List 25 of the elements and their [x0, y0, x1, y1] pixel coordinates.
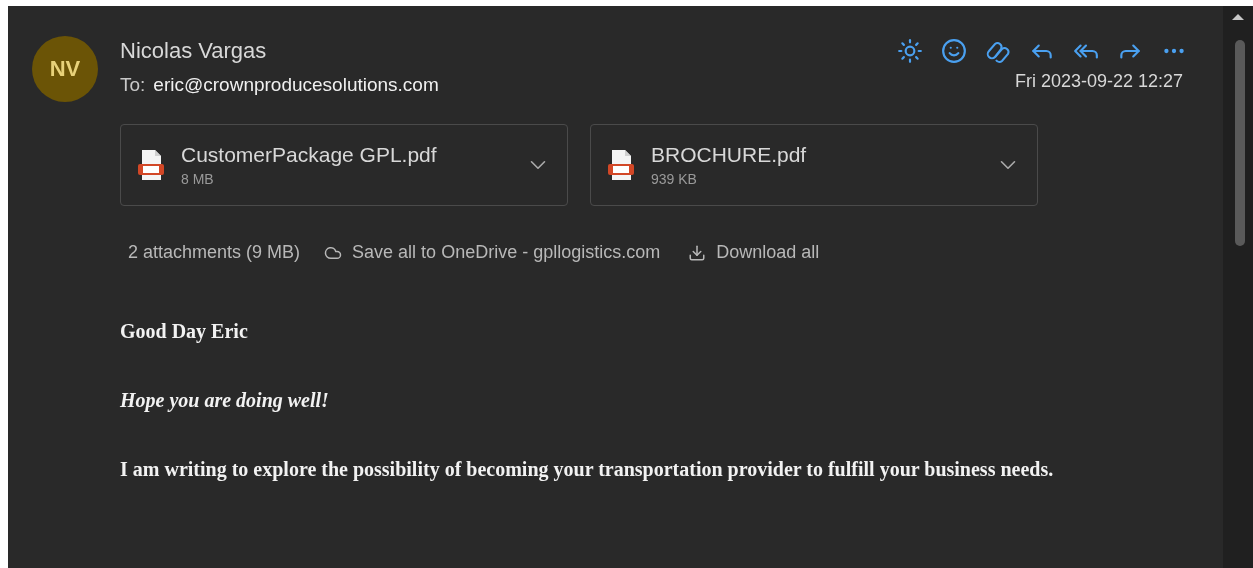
sun-icon[interactable]: [895, 36, 925, 66]
file-name: BROCHURE.pdf: [651, 143, 808, 167]
scrollbar[interactable]: [1223, 6, 1253, 568]
file-name: CustomerPackage GPL.pdf: [181, 143, 438, 167]
body-paragraph: Hope you are doing well!: [120, 388, 330, 414]
save-all-link[interactable]: Save all to OneDrive - gpllogistics.com: [352, 242, 661, 263]
body-paragraph: Good Day Eric: [120, 319, 249, 345]
sender-name: Nicolas Vargas: [120, 38, 267, 64]
pdf-file-icon: [137, 149, 165, 181]
attachment-card[interactable]: CustomerPackage GPL.pdf 8 MB: [120, 124, 568, 206]
download-icon: [688, 243, 707, 262]
smiley-icon[interactable]: [939, 36, 969, 66]
pdf-file-icon: [607, 149, 635, 181]
file-size: 939 KB: [651, 171, 698, 187]
scroll-up-icon[interactable]: [1232, 14, 1244, 20]
file-size: 8 MB: [181, 171, 215, 187]
sent-date: Fri 2023-09-22 12:27: [1014, 70, 1183, 92]
body-paragraph: I am writing to explore the possibility of becoming your transportation provider to fulfill your business needs.: [120, 457, 1055, 483]
recipient-address: eric@crownproducesolutions.com: [153, 74, 439, 96]
attachment-card[interactable]: BROCHURE.pdf 939 KB: [590, 124, 1038, 206]
avatar: NV: [32, 36, 98, 102]
attachment-summary: 2 attachments (9 MB): [128, 242, 301, 263]
scroll-thumb[interactable]: [1235, 40, 1245, 246]
to-label: To:: [120, 74, 146, 96]
download-all-link[interactable]: Download all: [716, 242, 820, 263]
